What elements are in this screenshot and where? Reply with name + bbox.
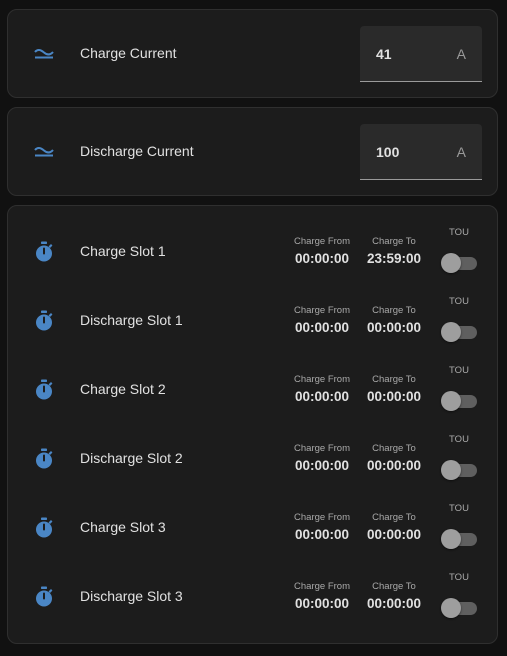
charge-from-field[interactable]: Charge From 00:00:00 <box>288 374 356 404</box>
time-slots-card: Charge Slot 1 Charge From 00:00:00 Charg… <box>7 205 498 644</box>
toggle-thumb <box>441 529 461 549</box>
charge-to-caption: Charge To <box>372 443 416 454</box>
tou-toggle[interactable] <box>441 459 477 480</box>
slot-row-charge-1: Charge Slot 1 Charge From 00:00:00 Charg… <box>8 206 497 275</box>
timer-icon <box>32 240 56 264</box>
charge-to-caption: Charge To <box>372 374 416 385</box>
charge-current-input[interactable]: 41 A <box>360 26 482 82</box>
charge-to-value[interactable]: 00:00:00 <box>364 596 424 611</box>
tou-caption: TOU <box>449 365 469 376</box>
discharge-current-row: Discharge Current 100 A <box>8 108 497 197</box>
slot-label: Charge Slot 2 <box>80 381 166 397</box>
discharge-current-input[interactable]: 100 A <box>360 124 482 180</box>
charge-current-value[interactable]: 41 <box>376 46 392 62</box>
timer-icon <box>32 378 56 402</box>
charge-from-value[interactable]: 00:00:00 <box>288 527 356 542</box>
current-ac-icon <box>32 42 56 66</box>
current-ac-icon <box>32 140 56 164</box>
toggle-thumb <box>441 598 461 618</box>
discharge-current-label: Discharge Current <box>80 143 194 159</box>
charge-to-value[interactable]: 00:00:00 <box>364 389 424 404</box>
charge-to-field[interactable]: Charge To 00:00:00 <box>364 374 424 404</box>
slot-label: Charge Slot 1 <box>80 243 166 259</box>
tou-toggle[interactable] <box>441 390 477 411</box>
timer-icon <box>32 516 56 540</box>
charge-to-field[interactable]: Charge To 00:00:00 <box>364 512 424 542</box>
slot-row-discharge-3: Discharge Slot 3 Charge From 00:00:00 Ch… <box>8 551 497 620</box>
charge-from-field[interactable]: Charge From 00:00:00 <box>288 305 356 335</box>
timer-icon <box>32 447 56 471</box>
tou-toggle[interactable] <box>441 528 477 549</box>
charge-from-value[interactable]: 00:00:00 <box>288 389 356 404</box>
slot-label: Discharge Slot 1 <box>80 312 183 328</box>
charge-from-field[interactable]: Charge From 00:00:00 <box>288 443 356 473</box>
tou-caption: TOU <box>449 503 469 514</box>
toggle-thumb <box>441 391 461 411</box>
tou-caption: TOU <box>449 572 469 583</box>
charge-to-value[interactable]: 23:59:00 <box>364 251 424 266</box>
discharge-current-card: Discharge Current 100 A <box>7 107 498 196</box>
charge-to-field[interactable]: Charge To 00:00:00 <box>364 305 424 335</box>
toggle-thumb <box>441 322 461 342</box>
tou-caption: TOU <box>449 296 469 307</box>
charge-from-field[interactable]: Charge From 00:00:00 <box>288 581 356 611</box>
slot-label: Discharge Slot 2 <box>80 450 183 466</box>
tou-toggle[interactable] <box>441 252 477 273</box>
slot-label: Charge Slot 3 <box>80 519 166 535</box>
slot-row-discharge-2: Discharge Slot 2 Charge From 00:00:00 Ch… <box>8 413 497 482</box>
discharge-current-unit: A <box>456 144 466 160</box>
charge-from-caption: Charge From <box>294 581 350 592</box>
slot-label: Discharge Slot 3 <box>80 588 183 604</box>
charge-to-caption: Charge To <box>372 581 416 592</box>
charge-from-value[interactable]: 00:00:00 <box>288 251 356 266</box>
charge-from-field[interactable]: Charge From 00:00:00 <box>288 236 356 266</box>
charge-from-caption: Charge From <box>294 305 350 316</box>
charge-from-value[interactable]: 00:00:00 <box>288 458 356 473</box>
tou-caption: TOU <box>449 227 469 238</box>
toggle-thumb <box>441 253 461 273</box>
toggle-thumb <box>441 460 461 480</box>
charge-from-value[interactable]: 00:00:00 <box>288 596 356 611</box>
charge-to-value[interactable]: 00:00:00 <box>364 527 424 542</box>
charge-to-value[interactable]: 00:00:00 <box>364 320 424 335</box>
charge-to-field[interactable]: Charge To 00:00:00 <box>364 581 424 611</box>
slot-row-discharge-1: Discharge Slot 1 Charge From 00:00:00 Ch… <box>8 275 497 344</box>
tou-toggle[interactable] <box>441 321 477 342</box>
charge-from-caption: Charge From <box>294 374 350 385</box>
charge-from-caption: Charge From <box>294 443 350 454</box>
charge-to-caption: Charge To <box>372 305 416 316</box>
tou-toggle[interactable] <box>441 597 477 618</box>
charge-current-card: Charge Current 41 A <box>7 9 498 98</box>
charge-from-field[interactable]: Charge From 00:00:00 <box>288 512 356 542</box>
charge-current-label: Charge Current <box>80 45 177 61</box>
charge-to-value[interactable]: 00:00:00 <box>364 458 424 473</box>
charge-to-caption: Charge To <box>372 512 416 523</box>
charge-from-caption: Charge From <box>294 512 350 523</box>
charge-from-caption: Charge From <box>294 236 350 247</box>
discharge-current-value[interactable]: 100 <box>376 144 399 160</box>
charge-current-unit: A <box>456 46 466 62</box>
slot-row-charge-2: Charge Slot 2 Charge From 00:00:00 Charg… <box>8 344 497 413</box>
timer-icon <box>32 585 56 609</box>
charge-to-field[interactable]: Charge To 23:59:00 <box>364 236 424 266</box>
charge-to-caption: Charge To <box>372 236 416 247</box>
charge-to-field[interactable]: Charge To 00:00:00 <box>364 443 424 473</box>
charge-current-row: Charge Current 41 A <box>8 10 497 99</box>
timer-icon <box>32 309 56 333</box>
charge-from-value[interactable]: 00:00:00 <box>288 320 356 335</box>
slot-row-charge-3: Charge Slot 3 Charge From 00:00:00 Charg… <box>8 482 497 551</box>
tou-caption: TOU <box>449 434 469 445</box>
